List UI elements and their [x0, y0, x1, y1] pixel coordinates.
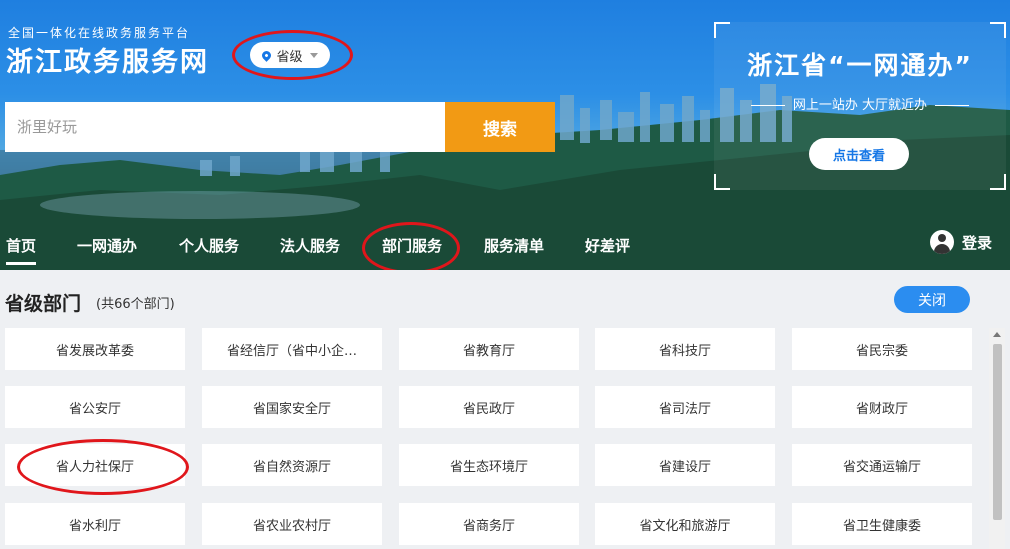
department-item[interactable]: 省民政厅	[399, 386, 579, 428]
login-button[interactable]: 登录	[929, 230, 992, 254]
hero-banner: 全国一体化在线政务服务平台 浙江政务服务网 省级 搜索 浙江省“一网通办” 网上…	[0, 0, 1010, 270]
department-item[interactable]: 省水利厅	[5, 503, 185, 545]
department-item[interactable]: 省卫生健康委	[792, 503, 972, 545]
scrollbar-thumb[interactable]	[993, 344, 1002, 520]
department-item[interactable]: 省商务厅	[399, 503, 579, 545]
department-item[interactable]: 省公安厅	[5, 386, 185, 428]
department-item[interactable]: 省民宗委	[792, 328, 972, 370]
user-avatar-icon	[929, 230, 954, 254]
panel-title: 省级部门	[5, 293, 82, 315]
corner-decoration	[714, 22, 730, 38]
location-pin-icon	[260, 48, 274, 62]
promo-panel: 浙江省“一网通办” 网上一站办 大厅就近办 点击查看	[714, 22, 1006, 190]
search-button[interactable]: 搜索	[445, 102, 555, 152]
main-nav: 首页 一网通办 个人服务 法人服务 部门服务 服务清单 好差评 登录	[0, 230, 1010, 265]
department-item[interactable]: 省科技厅	[595, 328, 775, 370]
promo-title: 浙江省“一网通办”	[747, 51, 973, 80]
region-selector[interactable]: 省级	[250, 42, 330, 68]
scroll-up-arrow-icon[interactable]	[993, 332, 1001, 337]
region-label: 省级	[276, 49, 303, 65]
nav-item-rating[interactable]: 好差评	[585, 235, 630, 256]
chevron-down-icon	[309, 52, 318, 58]
nav-item-home[interactable]: 首页	[6, 235, 37, 265]
nav-item-service-list[interactable]: 服务清单	[484, 235, 544, 256]
department-item[interactable]: 省生态环境厅	[399, 444, 579, 486]
corner-decoration	[990, 174, 1006, 190]
vertical-scrollbar[interactable]	[989, 328, 1005, 549]
corner-decoration	[990, 22, 1006, 38]
site-title[interactable]: 浙江政务服务网	[6, 40, 209, 79]
close-button[interactable]: 关闭	[894, 286, 970, 313]
nav-item-corporate-services[interactable]: 法人服务	[280, 235, 340, 256]
nav-item-department-services[interactable]: 部门服务	[382, 235, 442, 256]
search-input[interactable]	[5, 102, 445, 152]
department-count: (共66个部门)	[96, 297, 175, 312]
department-item[interactable]: 省国家安全厅	[202, 386, 382, 428]
department-item[interactable]: 省文化和旅游厅	[595, 503, 775, 545]
department-item[interactable]: 省人力社保厅	[5, 444, 185, 486]
nav-item-one-network[interactable]: 一网通办	[77, 235, 137, 256]
platform-subtitle: 全国一体化在线政务服务平台	[8, 26, 191, 40]
department-item[interactable]: 省发展改革委	[5, 328, 185, 370]
corner-decoration	[714, 174, 730, 190]
department-item[interactable]: 省自然资源厅	[202, 444, 382, 486]
department-item[interactable]: 省教育厅	[399, 328, 579, 370]
department-item[interactable]: 省经信厅（省中小企…	[202, 328, 382, 370]
promo-subtitle: 网上一站办 大厅就近办	[714, 94, 1006, 113]
department-item[interactable]: 省司法厅	[595, 386, 775, 428]
department-item[interactable]: 省财政厅	[792, 386, 972, 428]
department-item[interactable]: 省交通运输厅	[792, 444, 972, 486]
nav-item-personal-services[interactable]: 个人服务	[179, 235, 239, 256]
department-item[interactable]: 省农业农村厅	[202, 503, 382, 545]
promo-view-button[interactable]: 点击查看	[809, 138, 909, 170]
department-item[interactable]: 省建设厅	[595, 444, 775, 486]
login-label: 登录	[961, 233, 992, 252]
